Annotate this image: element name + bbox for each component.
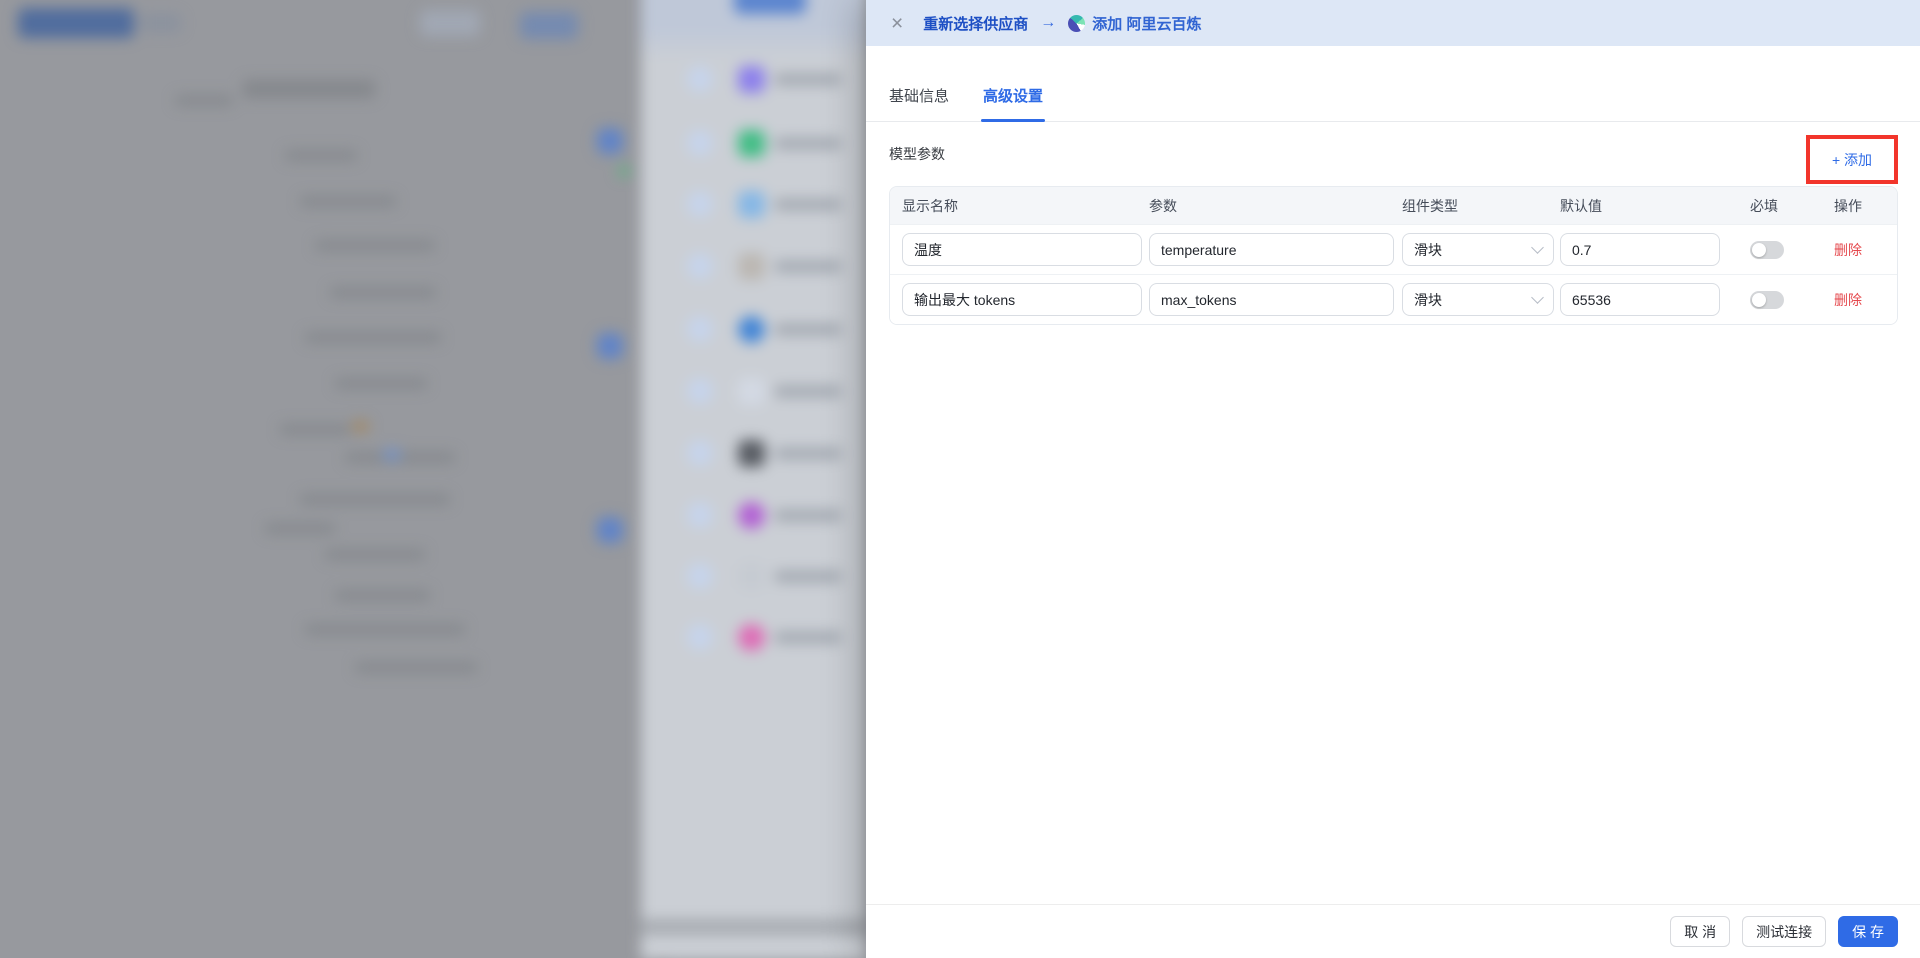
background-blur-layer	[0, 0, 866, 958]
table-header-row: 显示名称 参数 组件类型 默认值 必填 操作	[890, 187, 1897, 224]
table-row: 滑块 删除	[890, 224, 1897, 274]
add-provider-drawer: × 重新选择供应商 → 添加 阿里云百炼 基础信息 高级设置 模型参数 + 添加…	[866, 0, 1920, 958]
drawer-footer: 取 消 测试连接 保 存	[866, 904, 1920, 958]
delete-row-button[interactable]: 删除	[1834, 292, 1862, 308]
close-icon[interactable]: ×	[891, 13, 903, 34]
model-params-section-bar: 模型参数 + 添加	[889, 122, 1898, 186]
section-title: 模型参数	[889, 144, 945, 164]
save-button[interactable]: 保 存	[1838, 916, 1898, 947]
tabs-bar: 基础信息 高级设置	[866, 46, 1920, 122]
blurred-badge	[597, 128, 623, 154]
blurred-app-logo	[18, 8, 134, 38]
blurred-list-panel	[641, 0, 866, 958]
component-type-select[interactable]: 滑块	[1402, 233, 1554, 266]
blurred-green-dot	[618, 165, 630, 177]
tab-basic-info[interactable]: 基础信息	[889, 85, 949, 121]
chevron-down-icon	[1531, 291, 1544, 304]
model-parameters-table: 显示名称 参数 组件类型 默认值 必填 操作 滑块 删除	[889, 186, 1898, 325]
tab-advanced-settings[interactable]: 高级设置	[983, 85, 1043, 121]
col-header-component-type: 组件类型	[1402, 196, 1560, 216]
col-header-param: 参数	[1149, 196, 1402, 216]
param-input[interactable]	[1149, 283, 1394, 316]
blurred-toolbar-item	[141, 14, 181, 32]
arrow-right-icon: →	[1040, 14, 1056, 32]
cancel-button[interactable]: 取 消	[1670, 916, 1730, 947]
drawer-header: × 重新选择供应商 → 添加 阿里云百炼	[866, 0, 1920, 46]
blurred-add-button	[734, 0, 806, 14]
blurred-search-box	[420, 10, 480, 36]
test-connection-button[interactable]: 测试连接	[1742, 916, 1826, 947]
blurred-badge	[597, 517, 623, 543]
display-name-input[interactable]	[902, 283, 1142, 316]
component-type-select[interactable]: 滑块	[1402, 283, 1554, 316]
blurred-badge	[597, 333, 623, 359]
blurred-background	[0, 0, 866, 958]
blurred-blue-dot	[383, 449, 401, 460]
add-parameter-button[interactable]: + 添加	[1832, 150, 1872, 170]
default-value-input[interactable]	[1560, 283, 1720, 316]
col-header-default-value: 默认值	[1560, 196, 1750, 216]
breadcrumb-back-link[interactable]: 重新选择供应商	[923, 13, 1028, 34]
param-input[interactable]	[1149, 233, 1394, 266]
display-name-input[interactable]	[902, 233, 1142, 266]
annotation-highlight-box: + 添加	[1806, 135, 1898, 184]
blurred-blue-control	[520, 12, 578, 39]
table-row: 滑块 删除	[890, 274, 1897, 324]
blurred-orange-dot	[352, 421, 369, 432]
required-toggle[interactable]	[1750, 241, 1784, 259]
default-value-input[interactable]	[1560, 233, 1720, 266]
col-header-display-name: 显示名称	[902, 196, 1149, 216]
required-toggle[interactable]	[1750, 291, 1784, 309]
drawer-title: 添加 阿里云百炼	[1092, 13, 1201, 34]
delete-row-button[interactable]: 删除	[1834, 242, 1862, 258]
col-header-action: 操作	[1834, 196, 1897, 216]
chevron-down-icon	[1531, 241, 1544, 254]
provider-logo-icon	[1068, 15, 1085, 32]
col-header-required: 必填	[1750, 196, 1834, 216]
